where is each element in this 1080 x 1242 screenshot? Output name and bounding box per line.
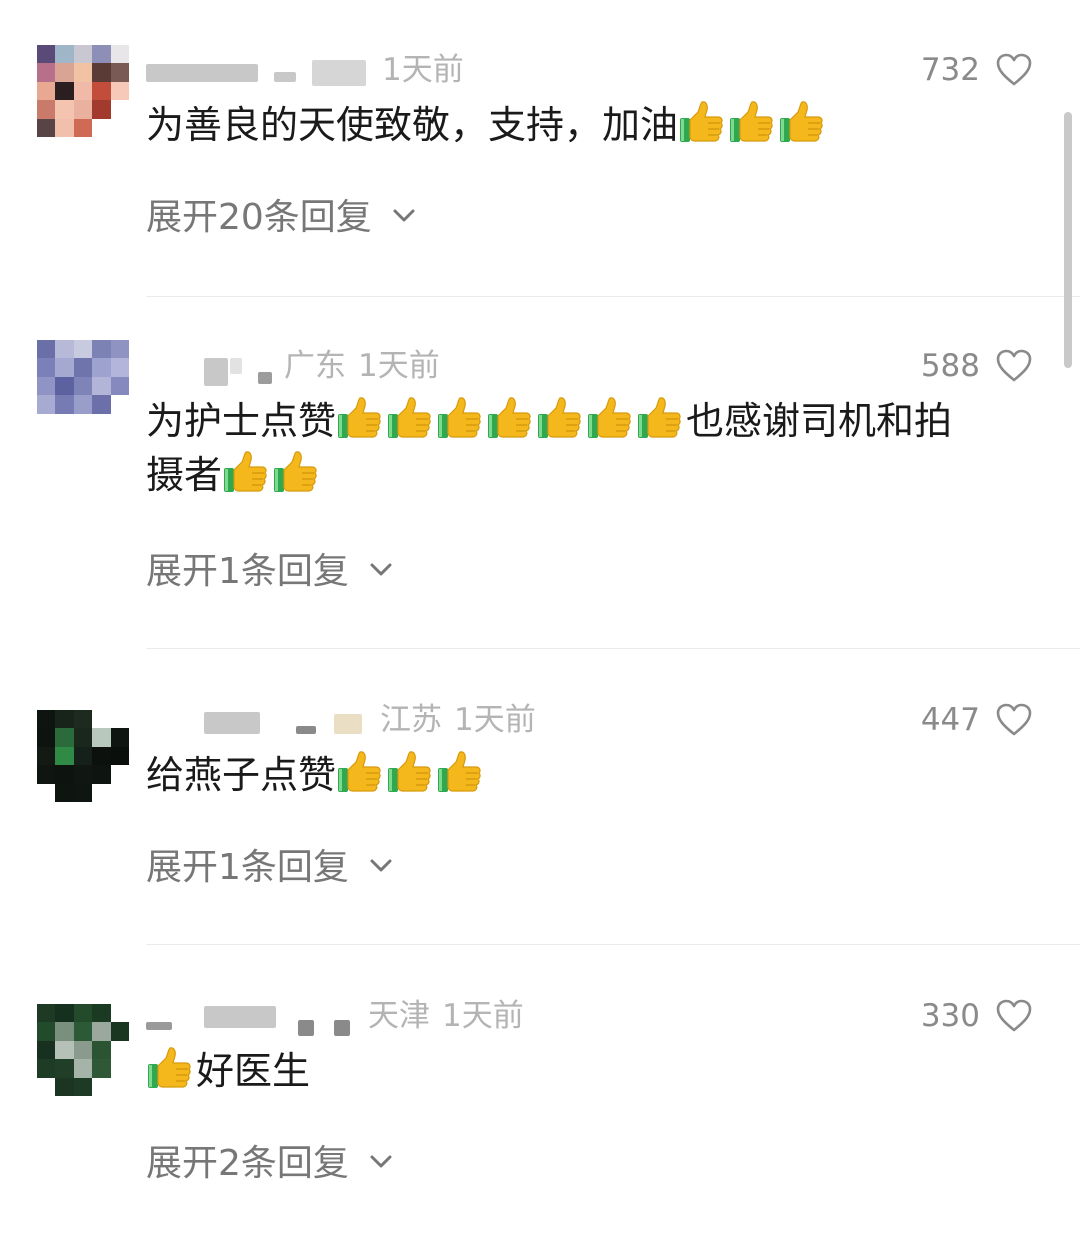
heart-outline-icon[interactable] <box>996 999 1032 1033</box>
username-blurred[interactable] <box>146 64 258 82</box>
like-count: 588 <box>920 348 980 384</box>
comment-text: 给燕子点赞 <box>146 748 1026 802</box>
thumbs-up-icon <box>338 751 381 792</box>
comment-text-segment: 为善良的天使致敬，支持，加油 <box>146 103 679 147</box>
thumbs-up-icon <box>438 751 481 792</box>
user-avatar[interactable] <box>37 1004 129 1096</box>
expand-replies-label: 展开1条回复 <box>146 847 349 888</box>
expand-replies-label: 展开20条回复 <box>146 197 372 238</box>
expand-replies-label: 展开1条回复 <box>146 551 349 592</box>
heart-outline-icon[interactable] <box>996 53 1032 87</box>
chevron-down-icon <box>370 859 392 872</box>
thumbs-up-icon <box>274 451 317 492</box>
username-blurred <box>334 1020 350 1036</box>
comment-location: 江苏 <box>380 702 442 738</box>
username-blurred <box>296 726 316 734</box>
thumbs-up-icon <box>224 451 267 492</box>
expand-replies-button[interactable]: 展开1条回复 <box>146 846 393 890</box>
expand-replies-label: 展开2条回复 <box>146 1143 349 1184</box>
thumbs-up-icon <box>338 397 381 438</box>
user-avatar[interactable] <box>37 710 129 802</box>
username-blurred[interactable] <box>146 1022 172 1030</box>
thumbs-up-icon <box>780 101 823 142</box>
comment-time: 1天前 <box>382 52 464 88</box>
comment-meta: 1天前 <box>146 50 706 90</box>
thumbs-up-icon <box>388 397 431 438</box>
thumbs-up-icon <box>148 1047 191 1088</box>
thumbs-up-icon <box>680 101 723 142</box>
thumbs-up-icon <box>588 397 631 438</box>
scrollbar[interactable] <box>1064 112 1072 368</box>
like-count: 732 <box>920 52 980 88</box>
comment-location: 广东 <box>284 348 346 384</box>
expand-replies-button[interactable]: 展开1条回复 <box>146 550 393 594</box>
comment-text: 为善良的天使致敬，支持，加油 <box>146 98 1026 152</box>
username-blurred <box>258 372 272 384</box>
divider <box>146 648 1080 649</box>
comment-text: 为护士点赞 也感谢司机和拍 摄者 <box>146 394 1026 502</box>
thumbs-up-icon <box>488 397 531 438</box>
comment-text: 好医生 <box>146 1044 1026 1098</box>
username-blurred <box>204 1006 276 1028</box>
divider <box>146 296 1080 297</box>
thumbs-up-icon <box>538 397 581 438</box>
chevron-down-icon <box>370 563 392 576</box>
comment-time: 1天前 <box>454 702 536 738</box>
thumbs-up-icon <box>388 751 431 792</box>
username-blurred <box>298 1020 314 1036</box>
divider <box>146 944 1080 945</box>
user-avatar[interactable] <box>37 340 129 432</box>
comment-meta: 天津 1天前 <box>146 996 706 1036</box>
thumbs-up-icon <box>730 101 773 142</box>
thumbs-up-icon <box>438 397 481 438</box>
user-avatar[interactable] <box>37 45 129 137</box>
comment-text-segment: 好医生 <box>196 1049 311 1093</box>
comment-text-segment: 给燕子点赞 <box>146 753 337 797</box>
comment-text-segment: 摄者 <box>146 453 223 497</box>
like-count: 330 <box>920 998 980 1034</box>
comment-meta: 广东 1天前 <box>146 346 706 386</box>
chevron-down-icon <box>370 1155 392 1168</box>
username-blurred[interactable] <box>204 358 228 386</box>
username-blurred[interactable] <box>204 712 260 734</box>
username-blurred <box>230 358 242 374</box>
like-count: 447 <box>920 702 980 738</box>
expand-replies-button[interactable]: 展开2条回复 <box>146 1142 393 1186</box>
comment-time: 1天前 <box>442 998 524 1034</box>
expand-replies-button[interactable]: 展开20条回复 <box>146 196 416 240</box>
comment-meta: 江苏 1天前 <box>146 700 706 740</box>
badge-blurred <box>312 60 366 86</box>
thumbs-up-icon <box>638 397 681 438</box>
heart-outline-icon[interactable] <box>996 703 1032 737</box>
comment-text-segment: 也感谢司机和拍 <box>686 399 953 443</box>
comment-time: 1天前 <box>358 348 440 384</box>
badge-blurred <box>334 714 362 734</box>
comment-text-segment: 为护士点赞 <box>146 399 337 443</box>
heart-outline-icon[interactable] <box>996 349 1032 383</box>
chevron-down-icon <box>393 209 415 222</box>
comment-location: 天津 <box>368 998 430 1034</box>
username-blurred <box>274 72 296 82</box>
